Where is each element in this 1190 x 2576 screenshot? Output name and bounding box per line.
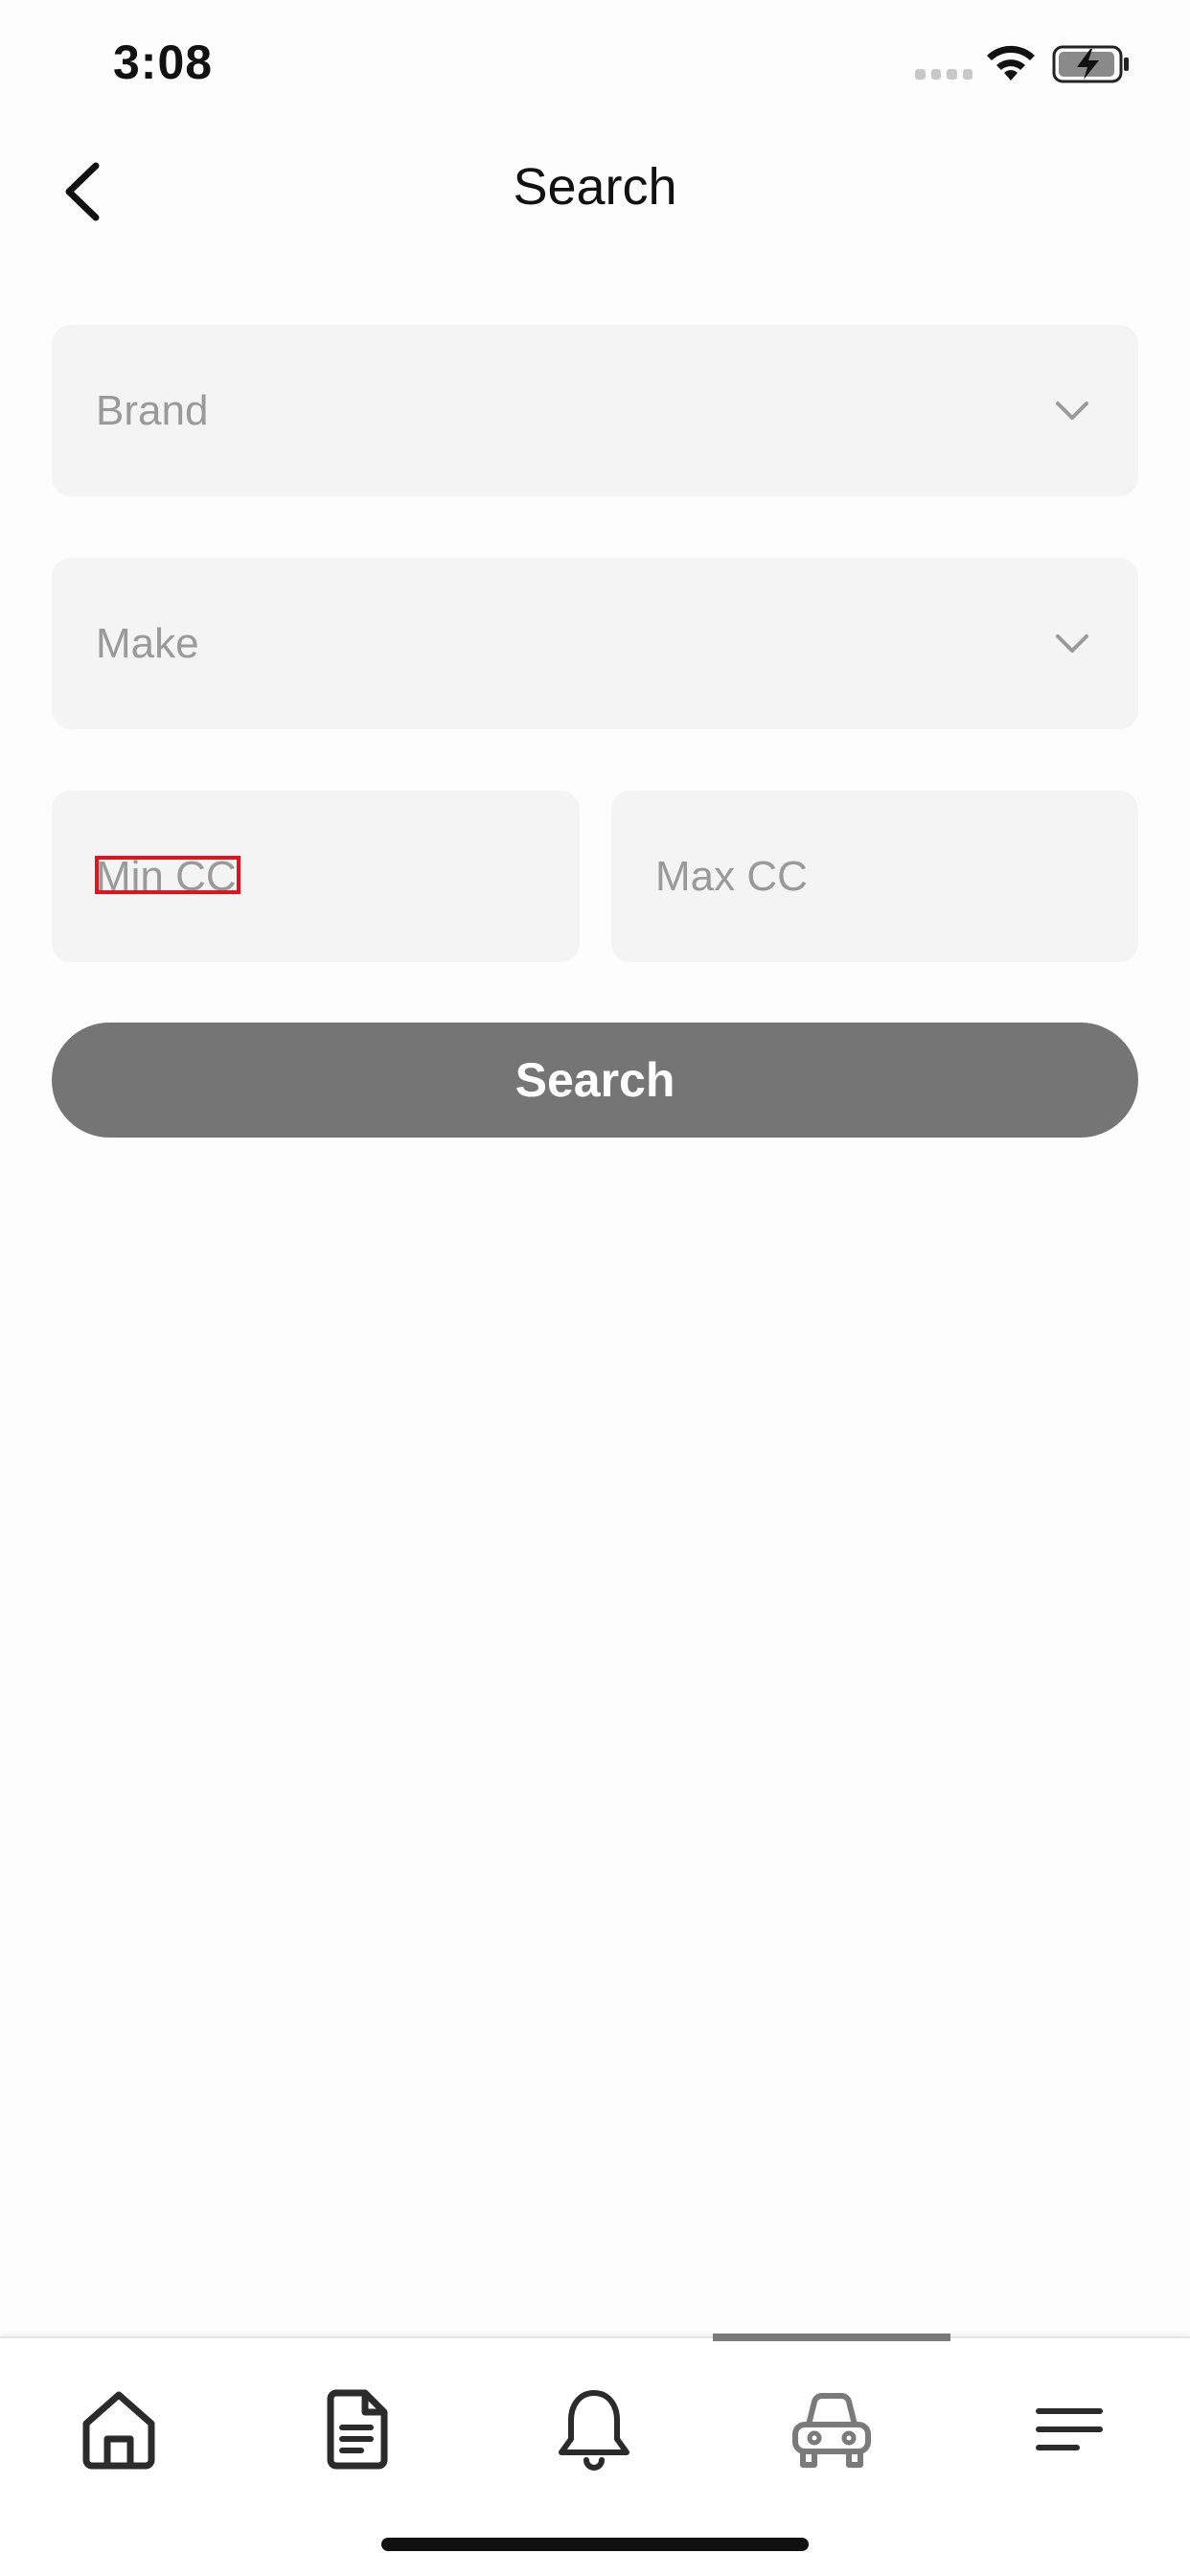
tab-notifications[interactable] — [546, 2381, 642, 2477]
max-cc-input[interactable]: Max CC — [611, 791, 1138, 962]
car-icon — [792, 2393, 871, 2468]
tab-home[interactable] — [71, 2381, 167, 2477]
home-indicator[interactable] — [381, 2538, 809, 2551]
menu-icon — [1036, 2408, 1103, 2450]
chevron-down-icon — [1056, 633, 1088, 653]
tab-documents[interactable] — [309, 2381, 404, 2477]
document-icon — [327, 2389, 388, 2470]
active-tab-indicator — [713, 2334, 950, 2341]
home-icon — [82, 2391, 155, 2470]
brand-placeholder: Brand — [96, 386, 209, 434]
search-button[interactable]: Search — [52, 1023, 1138, 1138]
status-time: 3:08 — [113, 35, 214, 89]
nav-header: Search — [0, 134, 1190, 249]
make-dropdown[interactable]: Make — [52, 558, 1138, 729]
status-bar: 3:08 — [0, 0, 1190, 134]
page-title: Search — [513, 158, 677, 216]
max-cc-placeholder: Max CC — [655, 852, 808, 900]
search-screen: 3:08 Search Brand Make Min CC Max CC Sea… — [0, 0, 1190, 2576]
tab-vehicles[interactable] — [784, 2381, 880, 2477]
tab-menu[interactable] — [1021, 2381, 1117, 2477]
chevron-down-icon — [1056, 401, 1088, 420]
battery-charging-icon — [1052, 45, 1129, 83]
brand-dropdown[interactable]: Brand — [52, 325, 1138, 496]
cellular-signal-icon — [915, 69, 973, 80]
make-placeholder: Make — [96, 619, 199, 667]
focus-highlight — [95, 856, 240, 894]
wifi-icon — [987, 45, 1035, 80]
bell-icon — [559, 2390, 629, 2471]
